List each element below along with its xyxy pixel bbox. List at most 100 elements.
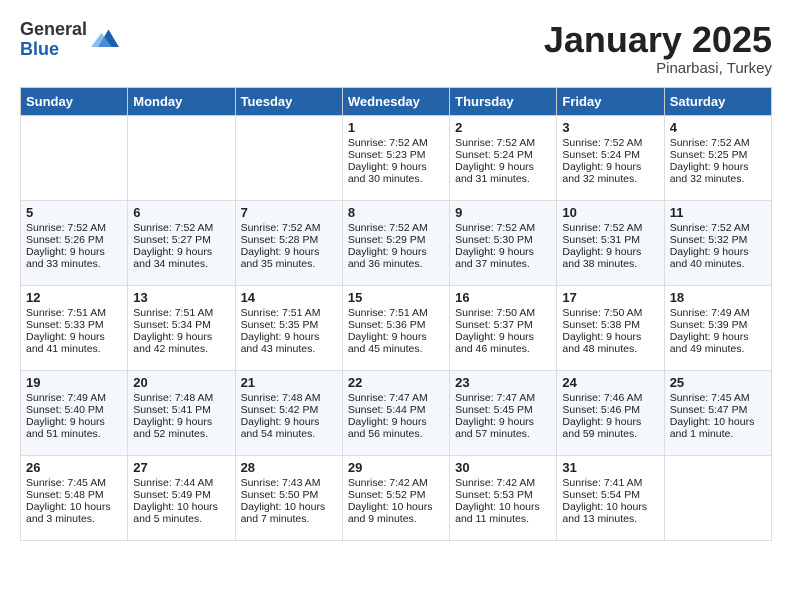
sunset: Sunset: 5:24 PM — [455, 149, 533, 161]
day-number: 10 — [562, 205, 658, 220]
daylight-label: Daylight: 9 hours and 59 minutes. — [562, 416, 641, 440]
day-number: 22 — [348, 375, 444, 390]
sunset: Sunset: 5:25 PM — [670, 149, 748, 161]
sunset: Sunset: 5:23 PM — [348, 149, 426, 161]
logo: General Blue — [20, 20, 119, 60]
daylight-label: Daylight: 9 hours and 37 minutes. — [455, 246, 534, 270]
day-number: 6 — [133, 205, 229, 220]
title-block: January 2025 Pinarbasi, Turkey — [544, 20, 772, 77]
daylight-label: Daylight: 9 hours and 40 minutes. — [670, 246, 749, 270]
daylight-label: Daylight: 9 hours and 51 minutes. — [26, 416, 105, 440]
page-header: General Blue January 2025 Pinarbasi, Tur… — [20, 20, 772, 77]
day-number: 9 — [455, 205, 551, 220]
sunset: Sunset: 5:34 PM — [133, 319, 211, 331]
daylight-label: Daylight: 9 hours and 30 minutes. — [348, 161, 427, 185]
calendar-cell: 2 Sunrise: 7:52 AMSunset: 5:24 PMDaylight… — [450, 115, 557, 200]
weekday-header-friday: Friday — [557, 87, 664, 115]
calendar-cell: 11Sunrise: 7:52 AMSunset: 5:32 PMDayligh… — [664, 200, 771, 285]
day-number: 20 — [133, 375, 229, 390]
logo-icon — [91, 26, 119, 54]
sunrise: Sunrise: 7:48 AM — [133, 392, 213, 404]
sunrise: Sunrise: 7:51 AM — [241, 307, 321, 319]
day-number: 2 — [455, 120, 551, 135]
day-number: 1 — [348, 120, 444, 135]
sunrise: Sunrise: 7:44 AM — [133, 477, 213, 489]
sunset: Sunset: 5:40 PM — [26, 404, 104, 416]
daylight-label: Daylight: 9 hours and 49 minutes. — [670, 331, 749, 355]
day-number: 15 — [348, 290, 444, 305]
calendar-cell: 24Sunrise: 7:46 AMSunset: 5:46 PMDayligh… — [557, 370, 664, 455]
sunrise: Sunrise: 7:52 AM — [26, 222, 106, 234]
day-number: 11 — [670, 205, 766, 220]
sunset: Sunset: 5:38 PM — [562, 319, 640, 331]
sunset: Sunset: 5:35 PM — [241, 319, 319, 331]
sunset: Sunset: 5:26 PM — [26, 234, 104, 246]
sunset: Sunset: 5:31 PM — [562, 234, 640, 246]
calendar-cell: 26Sunrise: 7:45 AMSunset: 5:48 PMDayligh… — [21, 455, 128, 540]
sunrise: Sunrise: 7:52 AM — [348, 222, 428, 234]
calendar-cell: 20Sunrise: 7:48 AMSunset: 5:41 PMDayligh… — [128, 370, 235, 455]
daylight-label: Daylight: 9 hours and 56 minutes. — [348, 416, 427, 440]
sunrise: Sunrise: 7:48 AM — [241, 392, 321, 404]
calendar-cell: 25Sunrise: 7:45 AMSunset: 5:47 PMDayligh… — [664, 370, 771, 455]
calendar-cell: 19 Sunrise: 7:49 AMSunset: 5:40 PMDayligh… — [21, 370, 128, 455]
sunset: Sunset: 5:39 PM — [670, 319, 748, 331]
sunset: Sunset: 5:29 PM — [348, 234, 426, 246]
daylight-label: Daylight: 9 hours and 32 minutes. — [562, 161, 641, 185]
week-row-1: 1Sunrise: 7:52 AMSunset: 5:23 PMDaylight… — [21, 115, 772, 200]
daylight-label: Daylight: 9 hours and 33 minutes. — [26, 246, 105, 270]
sunrise: Sunrise: 7:41 AM — [562, 477, 642, 489]
sunset: Sunset: 5:49 PM — [133, 489, 211, 501]
day-number: 19 — [26, 375, 122, 390]
sunset: Sunset: 5:45 PM — [455, 404, 533, 416]
calendar-cell: 13 Sunrise: 7:51 AMSunset: 5:34 PMDayligh… — [128, 285, 235, 370]
sunrise: Sunrise: 7:51 AM — [133, 307, 213, 319]
day-number: 7 — [241, 205, 337, 220]
daylight-label: Daylight: 9 hours and 42 minutes. — [133, 331, 212, 355]
sunrise: Sunrise: 7:52 AM — [455, 137, 535, 149]
sunset: Sunset: 5:47 PM — [670, 404, 748, 416]
calendar-cell: 23Sunrise: 7:47 AMSunset: 5:45 PMDayligh… — [450, 370, 557, 455]
day-number: 16 — [455, 290, 551, 305]
calendar-cell — [128, 115, 235, 200]
weekday-header-tuesday: Tuesday — [235, 87, 342, 115]
day-number: 14 — [241, 290, 337, 305]
sunset: Sunset: 5:30 PM — [455, 234, 533, 246]
sunrise: Sunrise: 7:52 AM — [241, 222, 321, 234]
daylight-label: Daylight: 9 hours and 34 minutes. — [133, 246, 212, 270]
sunset: Sunset: 5:50 PM — [241, 489, 319, 501]
week-row-2: 5Sunrise: 7:52 AMSunset: 5:26 PMDaylight… — [21, 200, 772, 285]
calendar-cell: 5Sunrise: 7:52 AMSunset: 5:26 PMDaylight… — [21, 200, 128, 285]
day-number: 31 — [562, 460, 658, 475]
calendar-cell: 21Sunrise: 7:48 AMSunset: 5:42 PMDayligh… — [235, 370, 342, 455]
weekday-header-thursday: Thursday — [450, 87, 557, 115]
sunset: Sunset: 5:27 PM — [133, 234, 211, 246]
day-number: 18 — [670, 290, 766, 305]
daylight-label: Daylight: 9 hours and 43 minutes. — [241, 331, 320, 355]
calendar-cell: 7Sunrise: 7:52 AMSunset: 5:28 PMDaylight… — [235, 200, 342, 285]
sunrise: Sunrise: 7:43 AM — [241, 477, 321, 489]
sunrise: Sunrise: 7:50 AM — [455, 307, 535, 319]
sunrise: Sunrise: 7:42 AM — [455, 477, 535, 489]
sunset: Sunset: 5:44 PM — [348, 404, 426, 416]
sunrise: Sunrise: 7:49 AM — [26, 392, 106, 404]
calendar-cell: 29Sunrise: 7:42 AMSunset: 5:52 PMDayligh… — [342, 455, 449, 540]
sunset: Sunset: 5:54 PM — [562, 489, 640, 501]
sunset: Sunset: 5:52 PM — [348, 489, 426, 501]
day-number: 8 — [348, 205, 444, 220]
weekday-header-monday: Monday — [128, 87, 235, 115]
daylight-label: Daylight: 9 hours and 46 minutes. — [455, 331, 534, 355]
day-number: 13 — [133, 290, 229, 305]
sunset: Sunset: 5:24 PM — [562, 149, 640, 161]
day-number: 28 — [241, 460, 337, 475]
month-title: January 2025 — [544, 20, 772, 60]
daylight-label: Daylight: 10 hours and 7 minutes. — [241, 501, 326, 525]
calendar-cell: 10Sunrise: 7:52 AMSunset: 5:31 PMDayligh… — [557, 200, 664, 285]
sunrise: Sunrise: 7:50 AM — [562, 307, 642, 319]
weekday-header-row: SundayMondayTuesdayWednesdayThursdayFrid… — [21, 87, 772, 115]
calendar-cell: 4Sunrise: 7:52 AMSunset: 5:25 PMDaylight… — [664, 115, 771, 200]
daylight-label: Daylight: 10 hours and 5 minutes. — [133, 501, 218, 525]
calendar-cell: 16Sunrise: 7:50 AMSunset: 5:37 PMDayligh… — [450, 285, 557, 370]
week-row-3: 12Sunrise: 7:51 AMSunset: 5:33 PMDayligh… — [21, 285, 772, 370]
daylight-label: Daylight: 9 hours and 31 minutes. — [455, 161, 534, 185]
